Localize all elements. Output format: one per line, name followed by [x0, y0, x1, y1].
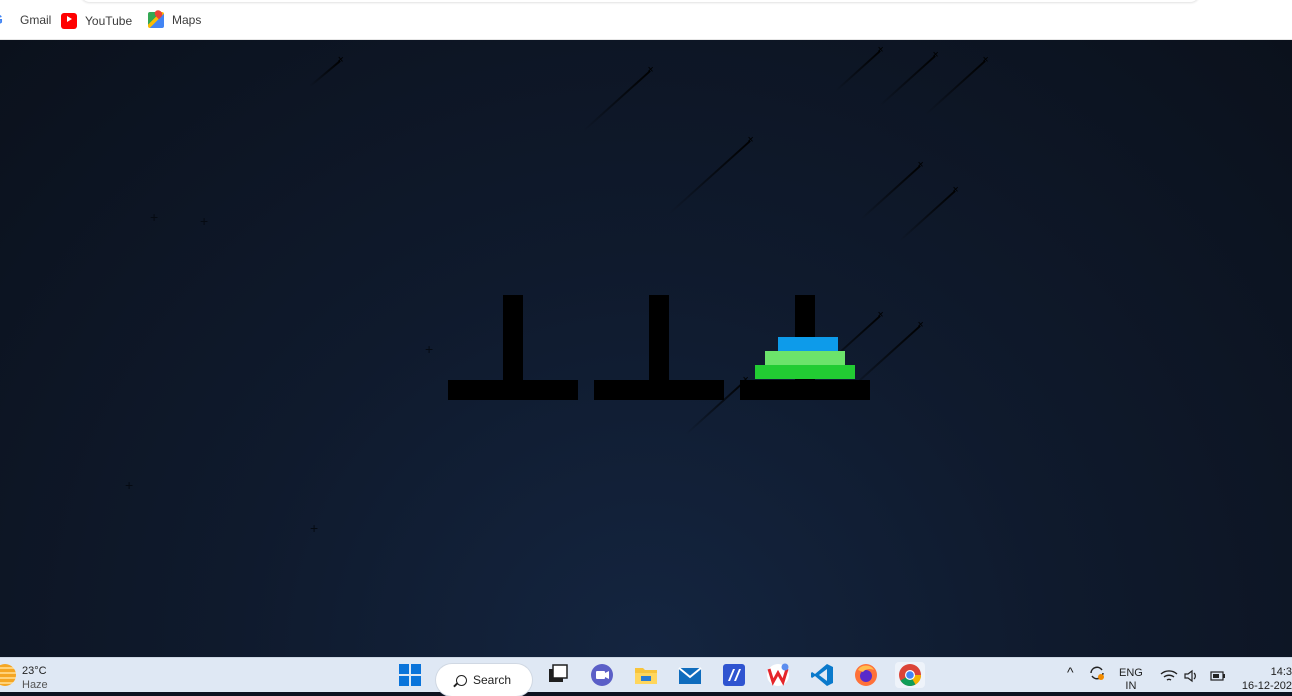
- tower-3-base[interactable]: [740, 380, 870, 400]
- tower-2-base[interactable]: [594, 380, 724, 400]
- vscode-icon[interactable]: [809, 662, 835, 688]
- star-spark: +: [310, 520, 319, 536]
- firefox-icon[interactable]: [853, 662, 879, 688]
- date-label: 16-12-202: [1241, 680, 1292, 692]
- wifi-icon[interactable]: [1160, 668, 1178, 687]
- bookmarks-bar: G Gmail YouTube Maps: [0, 0, 1292, 40]
- chrome-icon[interactable]: [895, 662, 925, 688]
- meteor-streak: [878, 55, 936, 107]
- search-icon: [456, 674, 467, 686]
- star-spark: +: [150, 209, 159, 225]
- bookmark-youtube[interactable]: YouTube: [61, 12, 132, 29]
- tower-1-pole[interactable]: [503, 295, 523, 381]
- tower-2-pole[interactable]: [649, 295, 669, 381]
- windows-start-icon[interactable]: [397, 662, 423, 688]
- disk-medium[interactable]: [765, 351, 845, 365]
- star-spark: +: [125, 477, 134, 493]
- disk-large[interactable]: [755, 365, 855, 379]
- clock[interactable]: 14:3 16-12-202: [1242, 665, 1292, 693]
- tower-1-base[interactable]: [448, 380, 578, 400]
- chevron-up-icon[interactable]: ^: [1067, 664, 1074, 680]
- wps-office-icon[interactable]: [765, 662, 791, 688]
- sync-icon[interactable]: [1088, 664, 1106, 685]
- bookmark-gmail[interactable]: G Gmail: [0, 12, 51, 28]
- bookmark-label: Gmail: [20, 13, 52, 27]
- visual-studio-icon[interactable]: [721, 662, 747, 688]
- disk-small[interactable]: [778, 337, 838, 351]
- youtube-icon: [61, 13, 77, 29]
- file-explorer-icon[interactable]: [633, 662, 659, 688]
- meteor-streak: [582, 70, 651, 132]
- taskbar-search[interactable]: Search: [436, 664, 532, 696]
- meteor-streak: [667, 140, 751, 215]
- battery-icon[interactable]: [1209, 668, 1227, 687]
- star-spark: +: [200, 213, 209, 229]
- mail-icon[interactable]: [677, 662, 703, 688]
- search-label: Search: [473, 673, 512, 687]
- volume-icon[interactable]: [1183, 668, 1199, 687]
- haze-weather-icon: [0, 664, 16, 686]
- star-spark: +: [425, 341, 434, 357]
- weather-temp: 23°C: [22, 665, 47, 677]
- maps-icon: [148, 12, 164, 28]
- meteor-streak: [834, 50, 881, 92]
- meteor-streak: [860, 165, 921, 220]
- game-canvas[interactable]: + + + + +: [0, 40, 1292, 657]
- meteor-streak: [925, 60, 986, 115]
- task-view-icon[interactable]: [545, 662, 571, 688]
- language-indicator[interactable]: ENG IN: [1119, 667, 1143, 693]
- bookmark-label: YouTube: [85, 13, 133, 28]
- windows-taskbar: 23°C Haze Search ^ ENG IN 14:3 16-12-202: [0, 657, 1292, 696]
- weather-widget[interactable]: 23°C Haze: [0, 664, 48, 692]
- time-label: 14:3: [1270, 666, 1292, 678]
- weather-condition: Haze: [22, 679, 48, 691]
- bookmark-maps[interactable]: Maps: [148, 12, 201, 28]
- region-label: IN: [1125, 680, 1137, 692]
- meteor-streak: [898, 190, 956, 242]
- address-bar-edge[interactable]: [80, 0, 1200, 2]
- language-label: ENG: [1119, 667, 1143, 679]
- meet-icon[interactable]: [589, 662, 615, 688]
- google-icon: G: [0, 12, 12, 28]
- meteor-streak: [308, 60, 341, 88]
- bookmark-label: Maps: [172, 13, 202, 27]
